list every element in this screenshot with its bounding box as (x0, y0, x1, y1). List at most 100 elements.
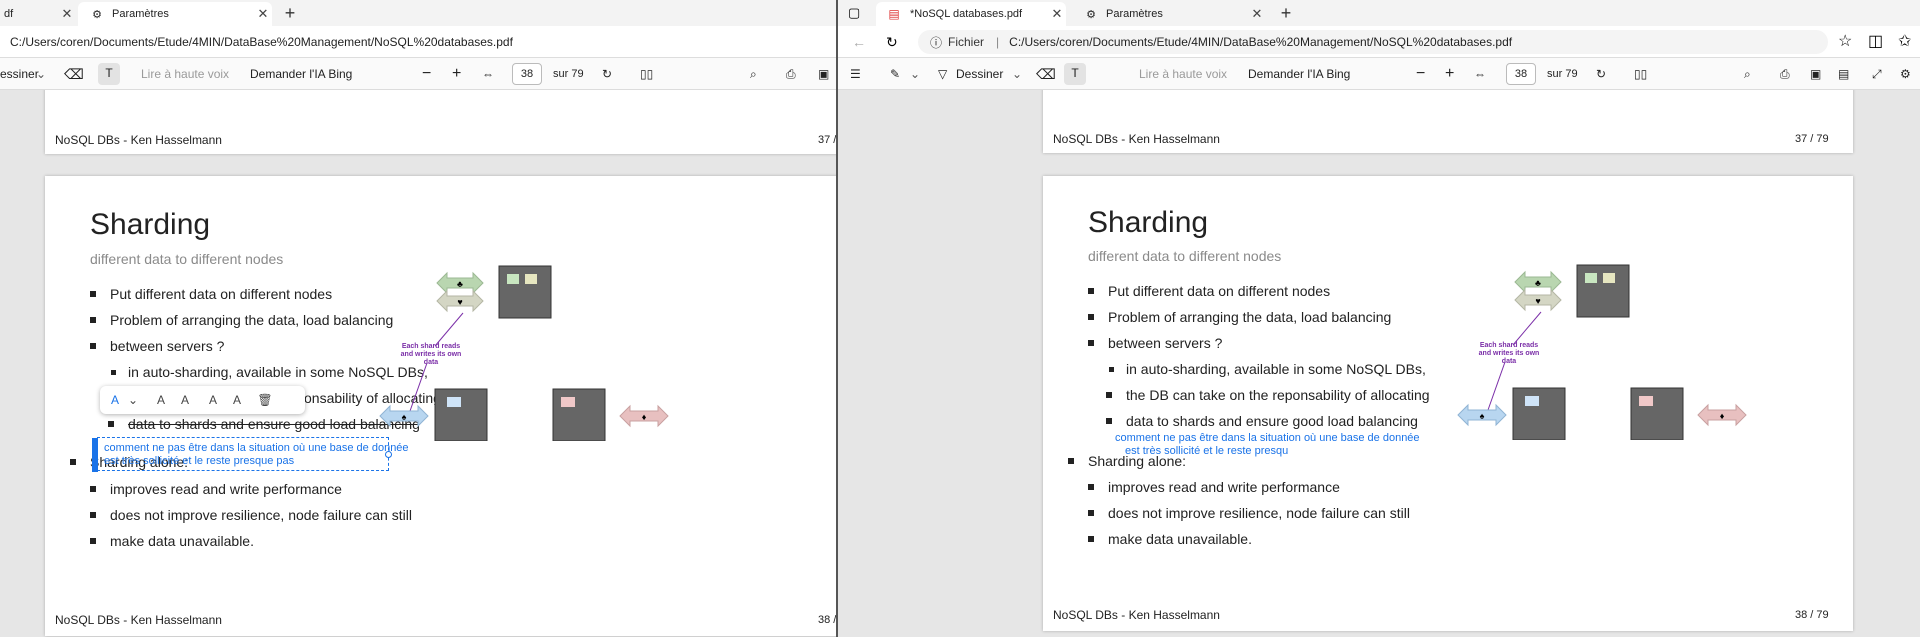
read-aloud-button[interactable]: Lire à haute voix (1139, 58, 1227, 90)
page-view-icon[interactable]: ▯▯ (1634, 58, 1647, 90)
tab-pdf[interactable]: ▤ *NoSQL databases.pdf ✕ (876, 2, 1066, 26)
rotate-icon[interactable]: ↻ (602, 58, 612, 90)
svg-text:♦: ♦ (642, 412, 647, 422)
bullet-continuation: between servers ? (1087, 330, 1222, 356)
text-icon[interactable]: T (1064, 63, 1086, 85)
diagram-label: Each shard reads and writes its own data (400, 343, 462, 366)
search-icon[interactable]: ⌕ (750, 58, 757, 90)
back-icon[interactable]: ← (852, 26, 866, 58)
svg-text:♣: ♣ (1535, 278, 1541, 288)
refresh-icon[interactable]: ↻ (886, 26, 898, 58)
font-color-icon[interactable]: A (106, 386, 124, 414)
fit-page-icon[interactable]: ⇔ (482, 58, 494, 90)
draw-icon[interactable]: ▽ (938, 58, 947, 90)
decrease-font-icon[interactable]: A (176, 386, 194, 414)
zoom-in-icon[interactable]: + (1445, 58, 1454, 90)
page-number-input[interactable]: 38 (512, 63, 542, 85)
tab-actions-icon[interactable]: ▢ (848, 5, 860, 21)
print-icon[interactable]: ⎙ (1780, 58, 1790, 90)
draw-button[interactable]: Dessiner (956, 58, 1003, 90)
ask-bing-button[interactable]: Demander l'IA Bing (1248, 58, 1350, 90)
fit-page-icon[interactable]: ⇔ (1474, 58, 1486, 90)
close-icon[interactable]: ✕ (1248, 6, 1266, 22)
svg-text:♥: ♥ (457, 297, 462, 307)
print-icon[interactable]: ⎙ (786, 58, 796, 90)
right-browser-window: ▢ ▤ *NoSQL databases.pdf ✕ ⚙ Paramètres … (838, 0, 1920, 637)
address-bar: ← ↻ ⓘ Fichier | C:/Users/coren/Documents… (838, 26, 1920, 58)
chevron-down-icon[interactable]: ⌄ (36, 58, 46, 90)
eraser-icon[interactable]: ⌫ (1036, 58, 1056, 90)
search-icon[interactable]: ⌕ (1744, 58, 1751, 90)
drag-handle[interactable] (92, 438, 98, 472)
tab-pdf[interactable]: df ✕ (0, 2, 76, 26)
save-icon[interactable]: ▣ (1810, 58, 1821, 90)
page-view-icon[interactable]: ▯▯ (640, 58, 653, 90)
rotate-icon[interactable]: ↻ (1596, 58, 1606, 90)
delete-icon[interactable]: 🗑 (256, 386, 274, 414)
text-format-toolbar: A ⌄ A A A A 🗑 (100, 386, 305, 414)
new-tab-button[interactable]: + (278, 2, 302, 24)
url-field[interactable]: ⓘ Fichier | C:/Users/coren/Documents/Etu… (918, 30, 1828, 54)
save-icon[interactable]: ▣ (818, 58, 829, 90)
svg-text:♠: ♠ (402, 412, 407, 422)
previous-page: NoSQL DBs - Ken Hasselmann 37 / (45, 90, 836, 154)
increase-spacing-icon[interactable]: A (204, 386, 222, 414)
settings-icon[interactable]: ⚙ (1900, 58, 1911, 90)
save-as-icon[interactable]: ▤ (1838, 58, 1849, 90)
address-bar: C:/Users/coren/Documents/Etude/4MIN/Data… (0, 26, 836, 58)
url-field[interactable]: C:/Users/coren/Documents/Etude/4MIN/Data… (4, 30, 834, 54)
contents-icon[interactable]: ☰ (850, 58, 861, 90)
text-icon[interactable]: T (98, 63, 120, 85)
split-screen-icon[interactable]: ◫ (1868, 26, 1883, 58)
bullet-item: improves read and write performance (1088, 474, 1340, 500)
url-scheme-label: Fichier (948, 35, 985, 49)
tab-bar: ▢ ▤ *NoSQL databases.pdf ✕ ⚙ Paramètres … (838, 0, 1920, 26)
eraser-icon[interactable]: ⌫ (64, 58, 84, 90)
annotation-line: comment ne pas être dans la situation où… (104, 442, 409, 454)
favorite-icon[interactable]: ☆ (1838, 26, 1852, 58)
sub-bullet-item: in auto-sharding, available in some NoSQ… (1109, 356, 1426, 382)
zoom-in-icon[interactable]: + (452, 58, 461, 90)
tab-label: Paramètres (1106, 8, 1163, 20)
ask-bing-button[interactable]: Demander l'IA Bing (250, 58, 352, 90)
tab-label: *NoSQL databases.pdf (910, 8, 1023, 20)
draw-button[interactable]: essiner (0, 58, 39, 90)
bullet-item: Put different data on different nodes (89, 281, 332, 307)
fullscreen-icon[interactable]: ⤢ (1872, 58, 1882, 90)
page-total: sur 79 (553, 68, 584, 80)
annotation-text-box[interactable]: comment ne pas être dans la situation où… (92, 437, 409, 472)
pdf-toolbar: ☰ ✎ ⌄ ▽ Dessiner ⌄ ⌫ T Lire à haute voix… (838, 58, 1920, 90)
chevron-down-icon[interactable]: ⌄ (1012, 58, 1022, 90)
chevron-down-icon[interactable]: ⌄ (124, 386, 142, 414)
page-footer: NoSQL DBs - Ken Hasselmann (55, 613, 222, 627)
tab-bar: df ✕ ⚙ Paramètres ✕ + (0, 0, 836, 26)
pdf-viewer[interactable]: NoSQL DBs - Ken Hasselmann 37 / 79 Shard… (838, 90, 1920, 637)
page-footer: NoSQL DBs - Ken Hasselmann (1053, 132, 1220, 146)
favorites-icon[interactable]: ✩ (1898, 26, 1911, 58)
close-icon[interactable]: ✕ (1048, 6, 1066, 22)
zoom-out-icon[interactable]: − (1416, 58, 1425, 90)
zoom-out-icon[interactable]: − (422, 58, 431, 90)
close-icon[interactable]: ✕ (254, 6, 272, 22)
read-aloud-button[interactable]: Lire à haute voix (141, 58, 229, 90)
decrease-spacing-icon[interactable]: A (228, 386, 246, 414)
annotation-line[interactable]: comment ne pas être dans la situation où… (1115, 432, 1420, 445)
svg-text:♦: ♦ (1720, 411, 1725, 421)
close-icon[interactable]: ✕ (58, 6, 76, 22)
current-page: Sharding different data to different nod… (1043, 176, 1853, 631)
new-tab-button[interactable]: + (1274, 2, 1298, 24)
highlight-icon[interactable]: ✎ (890, 58, 900, 90)
tab-label: df (4, 8, 14, 20)
bullet-continuation: make data unavailable. (90, 528, 254, 554)
tab-label: Paramètres (112, 8, 169, 20)
tab-settings[interactable]: ⚙ Paramètres ✕ (78, 2, 272, 26)
section-label: Sharding alone: (1067, 448, 1186, 474)
url-text: C:/Users/coren/Documents/Etude/4MIN/Data… (10, 35, 513, 49)
tab-settings[interactable]: ⚙ Paramètres ✕ (1072, 2, 1266, 26)
page-number: 37 / (818, 134, 836, 146)
info-icon[interactable]: ⓘ (930, 34, 942, 51)
increase-font-icon[interactable]: A (152, 386, 170, 414)
chevron-down-icon[interactable]: ⌄ (910, 58, 920, 90)
pdf-viewer[interactable]: NoSQL DBs - Ken Hasselmann 37 / Sharding… (0, 90, 836, 637)
page-number-input[interactable]: 38 (1506, 63, 1536, 85)
